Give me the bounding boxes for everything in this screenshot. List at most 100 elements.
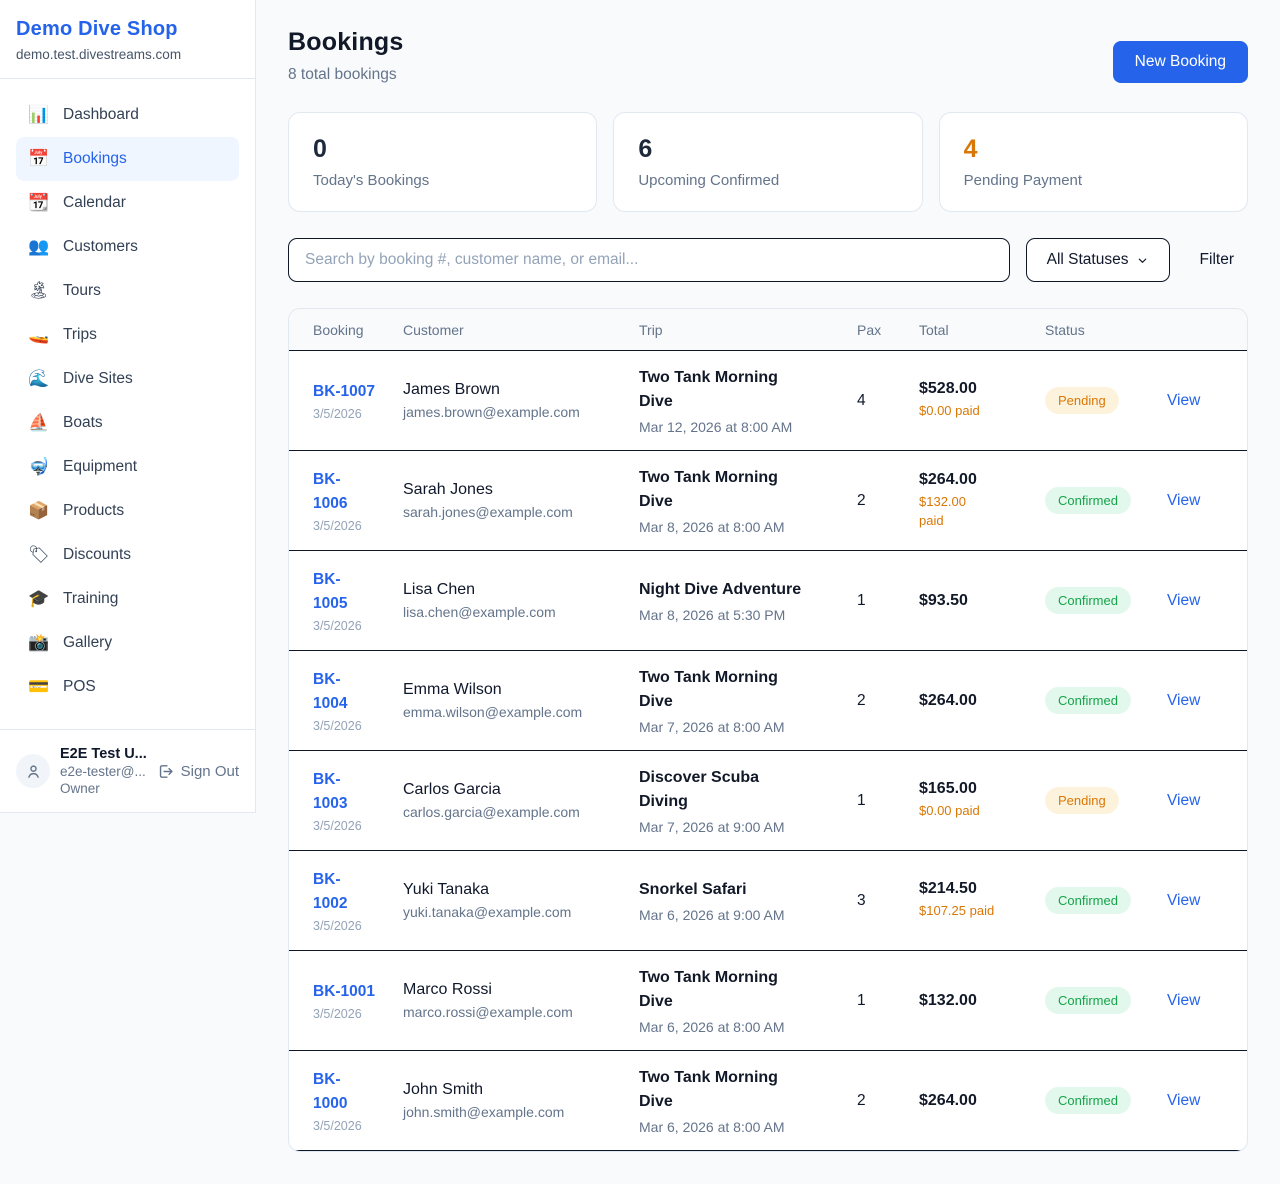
- trip-name: Night Dive Adventure: [639, 578, 845, 602]
- sidebar-item[interactable]: 💳 POS: [16, 665, 239, 709]
- trip-datetime: Mar 8, 2026 at 8:00 AM: [639, 519, 845, 535]
- sailboat-icon: ⛵: [28, 413, 48, 433]
- stat-label: Today's Bookings: [313, 172, 572, 189]
- main-content: Bookings 8 total bookings New Booking 0 …: [256, 0, 1280, 1184]
- customer-email: yuki.tanaka@example.com: [403, 904, 627, 920]
- page-subtitle: 8 total bookings: [288, 66, 404, 84]
- sidebar-item[interactable]: 📊 Dashboard: [16, 93, 239, 137]
- paid-amount: $0.00 paid: [919, 802, 1033, 821]
- view-link[interactable]: View: [1167, 1092, 1200, 1109]
- user-meta: E2E Test U... e2e-tester@... Owner: [60, 746, 147, 796]
- trip-datetime: Mar 6, 2026 at 8:00 AM: [639, 1119, 845, 1135]
- view-link[interactable]: View: [1167, 792, 1200, 809]
- stat-value: 6: [638, 135, 897, 164]
- trip-datetime: Mar 8, 2026 at 5:30 PM: [639, 607, 845, 623]
- customer-email: james.brown@example.com: [403, 404, 627, 420]
- sidebar-item-label: Training: [63, 590, 118, 608]
- sidebar-item[interactable]: 📆 Calendar: [16, 181, 239, 225]
- sidebar-item[interactable]: ⛵ Boats: [16, 401, 239, 445]
- stat-card: 6 Upcoming Confirmed: [613, 112, 922, 212]
- view-link[interactable]: View: [1167, 892, 1200, 909]
- bookings-table: Booking Customer Trip Pax Total Status B…: [288, 308, 1248, 1152]
- island-icon: 🏝: [28, 281, 48, 301]
- booking-number-link[interactable]: BK- 1005: [313, 568, 391, 616]
- sidebar-item-label: Products: [63, 502, 124, 520]
- avatar: [16, 754, 50, 788]
- chevron-down-icon: [1137, 255, 1148, 266]
- search-input[interactable]: [288, 238, 1010, 282]
- view-link[interactable]: View: [1167, 492, 1200, 509]
- view-link[interactable]: View: [1167, 692, 1200, 709]
- sidebar-item[interactable]: 📦 Products: [16, 489, 239, 533]
- trip-datetime: Mar 7, 2026 at 9:00 AM: [639, 819, 845, 835]
- customer-name: Yuki Tanaka: [403, 881, 627, 899]
- paid-amount: $107.25 paid: [919, 902, 1033, 921]
- sidebar-item-label: Discounts: [63, 546, 131, 564]
- view-link[interactable]: View: [1167, 992, 1200, 1009]
- customer-name: James Brown: [403, 381, 627, 399]
- column-header-trip: Trip: [639, 322, 857, 338]
- paid-amount: $0.00 paid: [919, 402, 1033, 421]
- booking-number-link[interactable]: BK- 1004: [313, 668, 391, 716]
- status-filter-select[interactable]: All Statuses: [1026, 238, 1170, 282]
- booking-number-link[interactable]: BK- 1002: [313, 868, 391, 916]
- stat-value: 0: [313, 135, 572, 164]
- status-badge: Pending: [1045, 387, 1119, 414]
- column-header-customer: Customer: [403, 322, 639, 338]
- sidebar-item-label: Boats: [63, 414, 103, 432]
- customer-email: carlos.garcia@example.com: [403, 804, 627, 820]
- view-link[interactable]: View: [1167, 592, 1200, 609]
- status-badge: Confirmed: [1045, 487, 1131, 514]
- sidebar-item[interactable]: 🏷 Discounts: [16, 533, 239, 577]
- sidebar-item[interactable]: 🚤 Trips: [16, 313, 239, 357]
- sidebar-item[interactable]: 🤿 Equipment: [16, 445, 239, 489]
- status-badge: Confirmed: [1045, 1087, 1131, 1114]
- table-row: BK- 1000 3/5/2026 John Smith john.smith@…: [289, 1051, 1247, 1151]
- pax-count: 1: [857, 992, 919, 1010]
- customer-email: sarah.jones@example.com: [403, 504, 627, 520]
- pax-count: 2: [857, 492, 919, 510]
- stat-card: 0 Today's Bookings: [288, 112, 597, 212]
- booking-date: 3/5/2026: [313, 1007, 391, 1021]
- bar-chart-icon: 📊: [28, 105, 48, 125]
- new-booking-button[interactable]: New Booking: [1113, 41, 1248, 83]
- tearoff-calendar-icon: 📆: [28, 193, 48, 213]
- booking-number-link[interactable]: BK-1001: [313, 980, 391, 1004]
- column-header-booking: Booking: [289, 322, 403, 338]
- table-row: BK- 1002 3/5/2026 Yuki Tanaka yuki.tanak…: [289, 851, 1247, 951]
- booking-number-link[interactable]: BK- 1003: [313, 768, 391, 816]
- total-amount: $214.50: [919, 880, 1033, 898]
- trip-name: Snorkel Safari: [639, 878, 845, 902]
- sidebar-nav: 📊 Dashboard 📅 Bookings 📆 Calendar 👥 Cust…: [0, 79, 255, 719]
- sidebar-item[interactable]: 📅 Bookings: [16, 137, 239, 181]
- booking-date: 3/5/2026: [313, 919, 391, 933]
- booking-number-link[interactable]: BK- 1000: [313, 1068, 391, 1116]
- sign-out-button[interactable]: Sign Out: [157, 763, 239, 780]
- customer-name: Lisa Chen: [403, 581, 627, 599]
- sidebar-item[interactable]: 🌊 Dive Sites: [16, 357, 239, 401]
- calendar-icon: 📅: [28, 149, 48, 169]
- sidebar-item[interactable]: 🎓 Training: [16, 577, 239, 621]
- customer-email: marco.rossi@example.com: [403, 1004, 627, 1020]
- sidebar-item[interactable]: 🏝 Tours: [16, 269, 239, 313]
- booking-date: 3/5/2026: [313, 819, 391, 833]
- sidebar-item[interactable]: 👥 Customers: [16, 225, 239, 269]
- trip-datetime: Mar 12, 2026 at 8:00 AM: [639, 419, 845, 435]
- booking-number-link[interactable]: BK- 1006: [313, 468, 391, 516]
- view-link[interactable]: View: [1167, 392, 1200, 409]
- sidebar-item[interactable]: 📸 Gallery: [16, 621, 239, 665]
- paid-amount: $132.00 paid: [919, 493, 1033, 531]
- controls-row: All Statuses Filter: [288, 238, 1248, 282]
- wave-icon: 🌊: [28, 369, 48, 389]
- trip-name: Two Tank Morning Dive: [639, 466, 845, 514]
- brand-block: Demo Dive Shop demo.test.divestreams.com: [0, 0, 255, 79]
- pax-count: 3: [857, 892, 919, 910]
- page-title: Bookings: [288, 28, 404, 57]
- total-amount: $93.50: [919, 592, 1033, 610]
- total-amount: $528.00: [919, 380, 1033, 398]
- status-badge: Confirmed: [1045, 587, 1131, 614]
- filter-button[interactable]: Filter: [1186, 251, 1248, 269]
- sidebar-item-label: Dashboard: [63, 106, 139, 124]
- customer-name: Emma Wilson: [403, 681, 627, 699]
- booking-number-link[interactable]: BK-1007: [313, 380, 391, 404]
